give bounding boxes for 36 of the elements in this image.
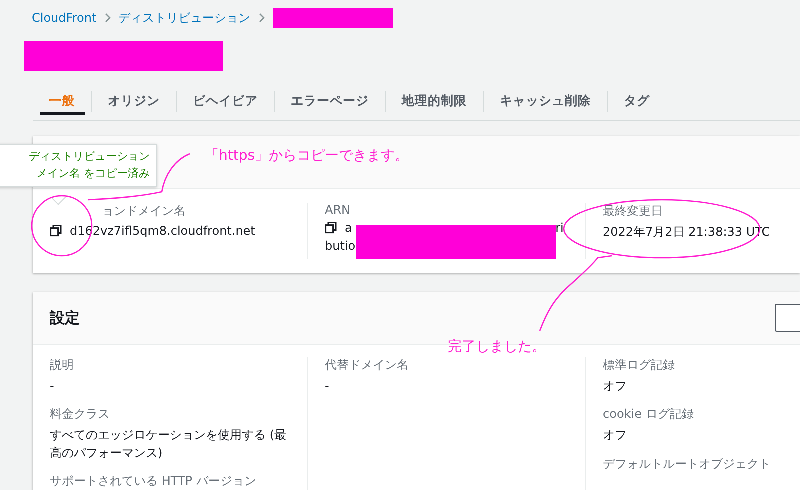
field-value: オフ: [603, 427, 628, 444]
field-label: 最終変更日: [603, 203, 663, 220]
field-value: butio: [325, 239, 356, 253]
annotation-note: 「https」からコピーできます。: [205, 147, 410, 165]
field-label: 代替ドメイン名: [325, 357, 409, 374]
tab[interactable]: キャッシュ削除: [484, 91, 608, 112]
tab[interactable]: タグ: [608, 91, 666, 112]
breadcrumb-link[interactable]: ディストリビューション: [118, 10, 251, 26]
tab[interactable]: 地理的制限: [386, 91, 484, 112]
field-label: サポートされている HTTP バージョン: [50, 473, 256, 490]
field-label: 料金クラス: [50, 406, 110, 424]
field-value: すべてのエッジロケーションを使用する (最高のパフォーマンス): [50, 427, 288, 462]
field-label: ARN: [325, 203, 351, 217]
section-title: 設定: [50, 308, 80, 328]
chevron-icon: [104, 13, 111, 23]
field-value: オフ: [603, 378, 628, 395]
field-label: 説明: [50, 357, 74, 374]
tab[interactable]: ビヘイビア: [177, 91, 275, 112]
field-label: 標準ログ記録: [603, 357, 675, 374]
chevron-icon: [258, 13, 265, 23]
tooltip-text: メイン名 をコピー済み: [36, 166, 150, 182]
field-value: -: [50, 378, 56, 395]
tooltip-text: ディストリビューション: [28, 149, 150, 165]
tab[interactable]: オリジン: [92, 91, 177, 112]
field-value: a: [345, 221, 352, 235]
field-value: ri: [556, 221, 564, 235]
field-value: -: [325, 378, 330, 395]
field-label: ョンドメイン名: [101, 203, 186, 220]
breadcrumb-link[interactable]: CloudFront: [32, 11, 97, 25]
field-label: デフォルトルートオブジェクト: [603, 456, 771, 473]
copy-icon[interactable]: [325, 222, 337, 234]
copy-icon[interactable]: [50, 225, 62, 237]
field-label: cookie ログ記録: [603, 406, 694, 424]
edit-button[interactable]: [775, 304, 800, 332]
tab[interactable]: エラーページ: [275, 91, 386, 112]
annotation-note: 完了しました。: [448, 338, 546, 356]
